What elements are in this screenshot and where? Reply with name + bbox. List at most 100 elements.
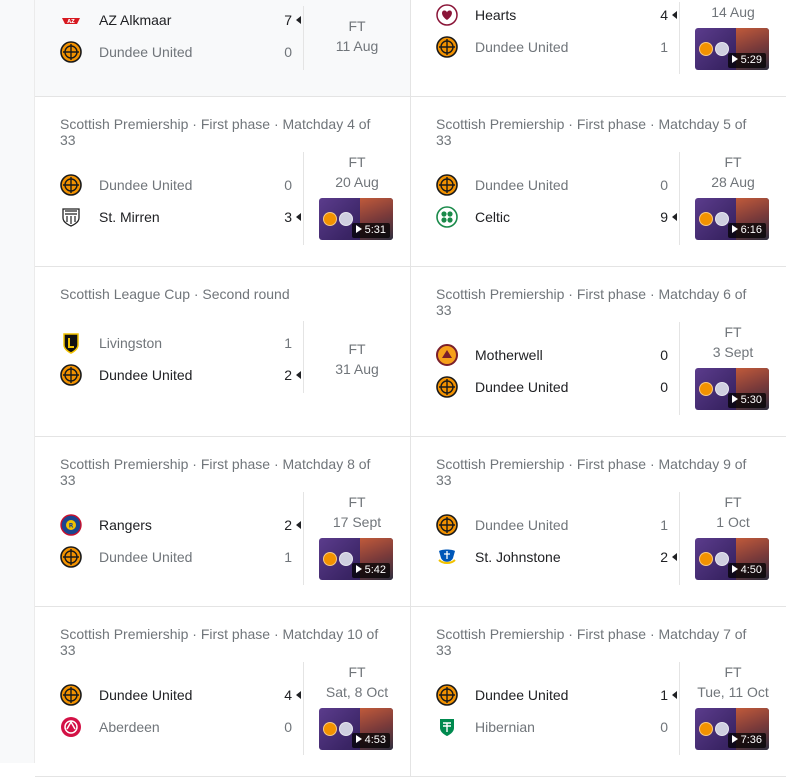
team-name: Dundee United — [475, 687, 569, 703]
team-badge-icon — [323, 722, 337, 736]
match-status: FT — [348, 18, 366, 34]
highlights-video-thumbnail[interactable]: 5:30 — [695, 368, 769, 410]
team-row-home[interactable]: Dundee United — [60, 174, 310, 196]
team-row-away[interactable]: St. Johnstone — [436, 546, 686, 568]
column-divider — [303, 152, 304, 245]
video-duration: 5:29 — [727, 53, 766, 68]
dundee-united-crest-icon — [436, 376, 458, 398]
highlights-video-thumbnail[interactable]: 4:50 — [695, 538, 769, 580]
winner-arrow-icon — [296, 371, 301, 379]
match-status: FT — [348, 494, 366, 510]
video-duration-text: 5:30 — [740, 394, 762, 406]
team-row-away[interactable]: Dundee United — [436, 376, 686, 398]
match-card[interactable]: Scottish League Cup · Second round Living… — [35, 267, 411, 437]
team-row-home[interactable]: Dundee United — [436, 684, 686, 706]
team-row-away[interactable]: Dundee United — [60, 546, 310, 568]
team-name: Hibernian — [475, 719, 535, 735]
winner-arrow-icon — [672, 691, 677, 699]
play-icon — [731, 225, 738, 234]
team-badge-icon — [323, 552, 337, 566]
team-badge-icon — [339, 212, 353, 226]
match-card[interactable]: Scottish Premiership · First phase · Mat… — [411, 607, 786, 777]
team-row-home[interactable]: AZ AZ Alkmaar — [60, 9, 310, 31]
play-icon — [731, 395, 738, 404]
team-badge-icon — [715, 212, 729, 226]
team-row-away[interactable]: St. Mirren — [60, 206, 310, 228]
dundee-united-crest-icon — [436, 174, 458, 196]
team-row-away[interactable]: Dundee United — [60, 41, 310, 63]
match-date: 1 Oct — [716, 514, 750, 530]
team-row-home[interactable]: R Rangers — [60, 514, 310, 536]
team-score: 3 — [284, 209, 292, 225]
team-row-home[interactable]: Motherwell — [436, 344, 686, 366]
team-score: 0 — [284, 719, 292, 735]
team-row-home[interactable]: Hearts — [436, 4, 686, 26]
highlights-video-thumbnail[interactable]: 5:42 — [319, 538, 393, 580]
highlights-video-thumbnail[interactable]: 5:29 — [695, 28, 769, 70]
highlights-video-thumbnail[interactable]: 4:53 — [319, 708, 393, 750]
match-card[interactable]: Scottish Premiership · First phase · Mat… — [411, 267, 786, 437]
match-date: Sat, 8 Oct — [325, 684, 389, 700]
match-card[interactable]: Scottish Premiership · First phase · Mat… — [411, 97, 786, 267]
team-row-home[interactable]: Dundee United — [436, 174, 686, 196]
celtic-crest-icon — [436, 206, 458, 228]
match-date: Tue, 11 Oct — [697, 684, 769, 700]
match-status: FT — [348, 664, 366, 680]
match-card[interactable]: Scottish Premiership · First phase · Mat… — [411, 437, 786, 607]
video-duration: 4:50 — [727, 563, 766, 578]
svg-text:R: R — [69, 523, 74, 530]
competition-label: Scottish Premiership · First phase · Mat… — [60, 456, 371, 488]
winner-arrow-icon — [672, 213, 677, 221]
highlights-video-thumbnail[interactable]: 5:31 — [319, 198, 393, 240]
highlights-video-thumbnail[interactable]: 6:16 — [695, 198, 769, 240]
team-row-away[interactable]: Dundee United — [436, 36, 686, 58]
match-card[interactable]: Hearts 4 Dundee United 1 14 Aug 5:29 — [411, 0, 786, 97]
play-icon — [731, 735, 738, 744]
match-date: 20 Aug — [335, 174, 379, 190]
rangers-crest-icon: R — [60, 514, 82, 536]
match-date: 14 Aug — [711, 4, 755, 20]
team-badge-icon — [699, 722, 713, 736]
video-duration-text: 5:31 — [364, 224, 386, 236]
aberdeen-crest-icon — [60, 716, 82, 738]
team-name: Dundee United — [475, 39, 569, 55]
team-name: Dundee United — [99, 687, 193, 703]
team-row-home[interactable]: Dundee United — [436, 514, 686, 536]
team-row-away[interactable]: Aberdeen — [60, 716, 310, 738]
team-badge-icon — [715, 722, 729, 736]
play-icon — [355, 565, 362, 574]
winner-arrow-icon — [672, 11, 677, 19]
match-card[interactable]: Scottish Premiership · First phase · Mat… — [35, 97, 411, 267]
team-name: Dundee United — [99, 549, 193, 565]
livingston-crest-icon — [60, 332, 82, 354]
motherwell-crest-icon — [436, 344, 458, 366]
play-icon — [355, 225, 362, 234]
match-date: 11 Aug — [335, 38, 379, 54]
team-row-away[interactable]: Hibernian — [436, 716, 686, 738]
team-badge-icon — [339, 552, 353, 566]
team-name: Aberdeen — [99, 719, 160, 735]
video-duration-text: 4:50 — [740, 564, 762, 576]
team-row-home[interactable]: Dundee United — [60, 684, 310, 706]
team-name: AZ Alkmaar — [99, 12, 172, 28]
team-score: 1 — [660, 687, 668, 703]
competition-label: Scottish Premiership · First phase · Mat… — [436, 626, 747, 658]
video-duration-text: 5:29 — [740, 54, 762, 66]
team-row-away[interactable]: Dundee United — [60, 364, 310, 386]
video-duration-text: 5:42 — [364, 564, 386, 576]
match-card[interactable]: Scottish Premiership · First phase · Mat… — [35, 607, 411, 777]
match-status: FT — [724, 494, 742, 510]
team-score: 7 — [284, 12, 292, 28]
team-name: Motherwell — [475, 347, 543, 363]
team-badge-icon — [323, 212, 337, 226]
dundee-united-crest-icon — [60, 41, 82, 63]
competition-label: Scottish Premiership · First phase · Mat… — [436, 286, 747, 318]
team-row-away[interactable]: Celtic — [436, 206, 686, 228]
match-card[interactable]: AZ AZ Alkmaar 7 Dundee United 0 FT 11 Aug — [35, 0, 411, 97]
match-card[interactable]: Scottish Premiership · First phase · Mat… — [35, 437, 411, 607]
video-duration: 6:16 — [727, 223, 766, 238]
team-name: Dundee United — [99, 177, 193, 193]
team-row-home[interactable]: Livingston — [60, 332, 310, 354]
highlights-video-thumbnail[interactable]: 7:36 — [695, 708, 769, 750]
video-duration: 4:53 — [351, 733, 390, 748]
